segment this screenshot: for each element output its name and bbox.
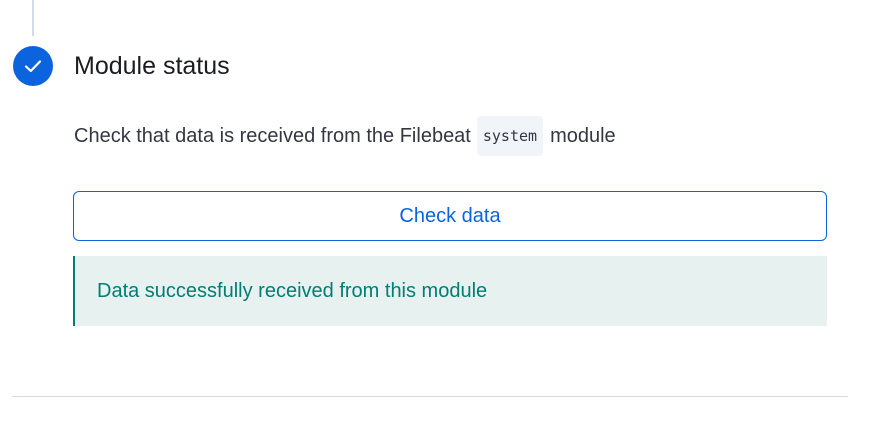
success-callout: Data successfully received from this mod…	[73, 256, 827, 326]
step-description: Check that data is received from the Fil…	[74, 116, 616, 156]
module-status-step: Module status Check that data is receive…	[0, 0, 875, 430]
step-complete-badge	[13, 46, 53, 86]
section-divider	[12, 396, 848, 397]
description-prefix: Check that data is received from the Fil…	[74, 124, 471, 147]
step-connector-line	[32, 0, 34, 36]
success-callout-message: Data successfully received from this mod…	[97, 279, 488, 302]
module-name-code: system	[476, 116, 544, 156]
description-suffix: module	[550, 124, 616, 147]
check-icon	[24, 60, 42, 73]
check-data-button-label: Check data	[399, 204, 501, 227]
step-title: Module status	[74, 52, 230, 80]
check-data-button[interactable]: Check data	[73, 191, 827, 241]
